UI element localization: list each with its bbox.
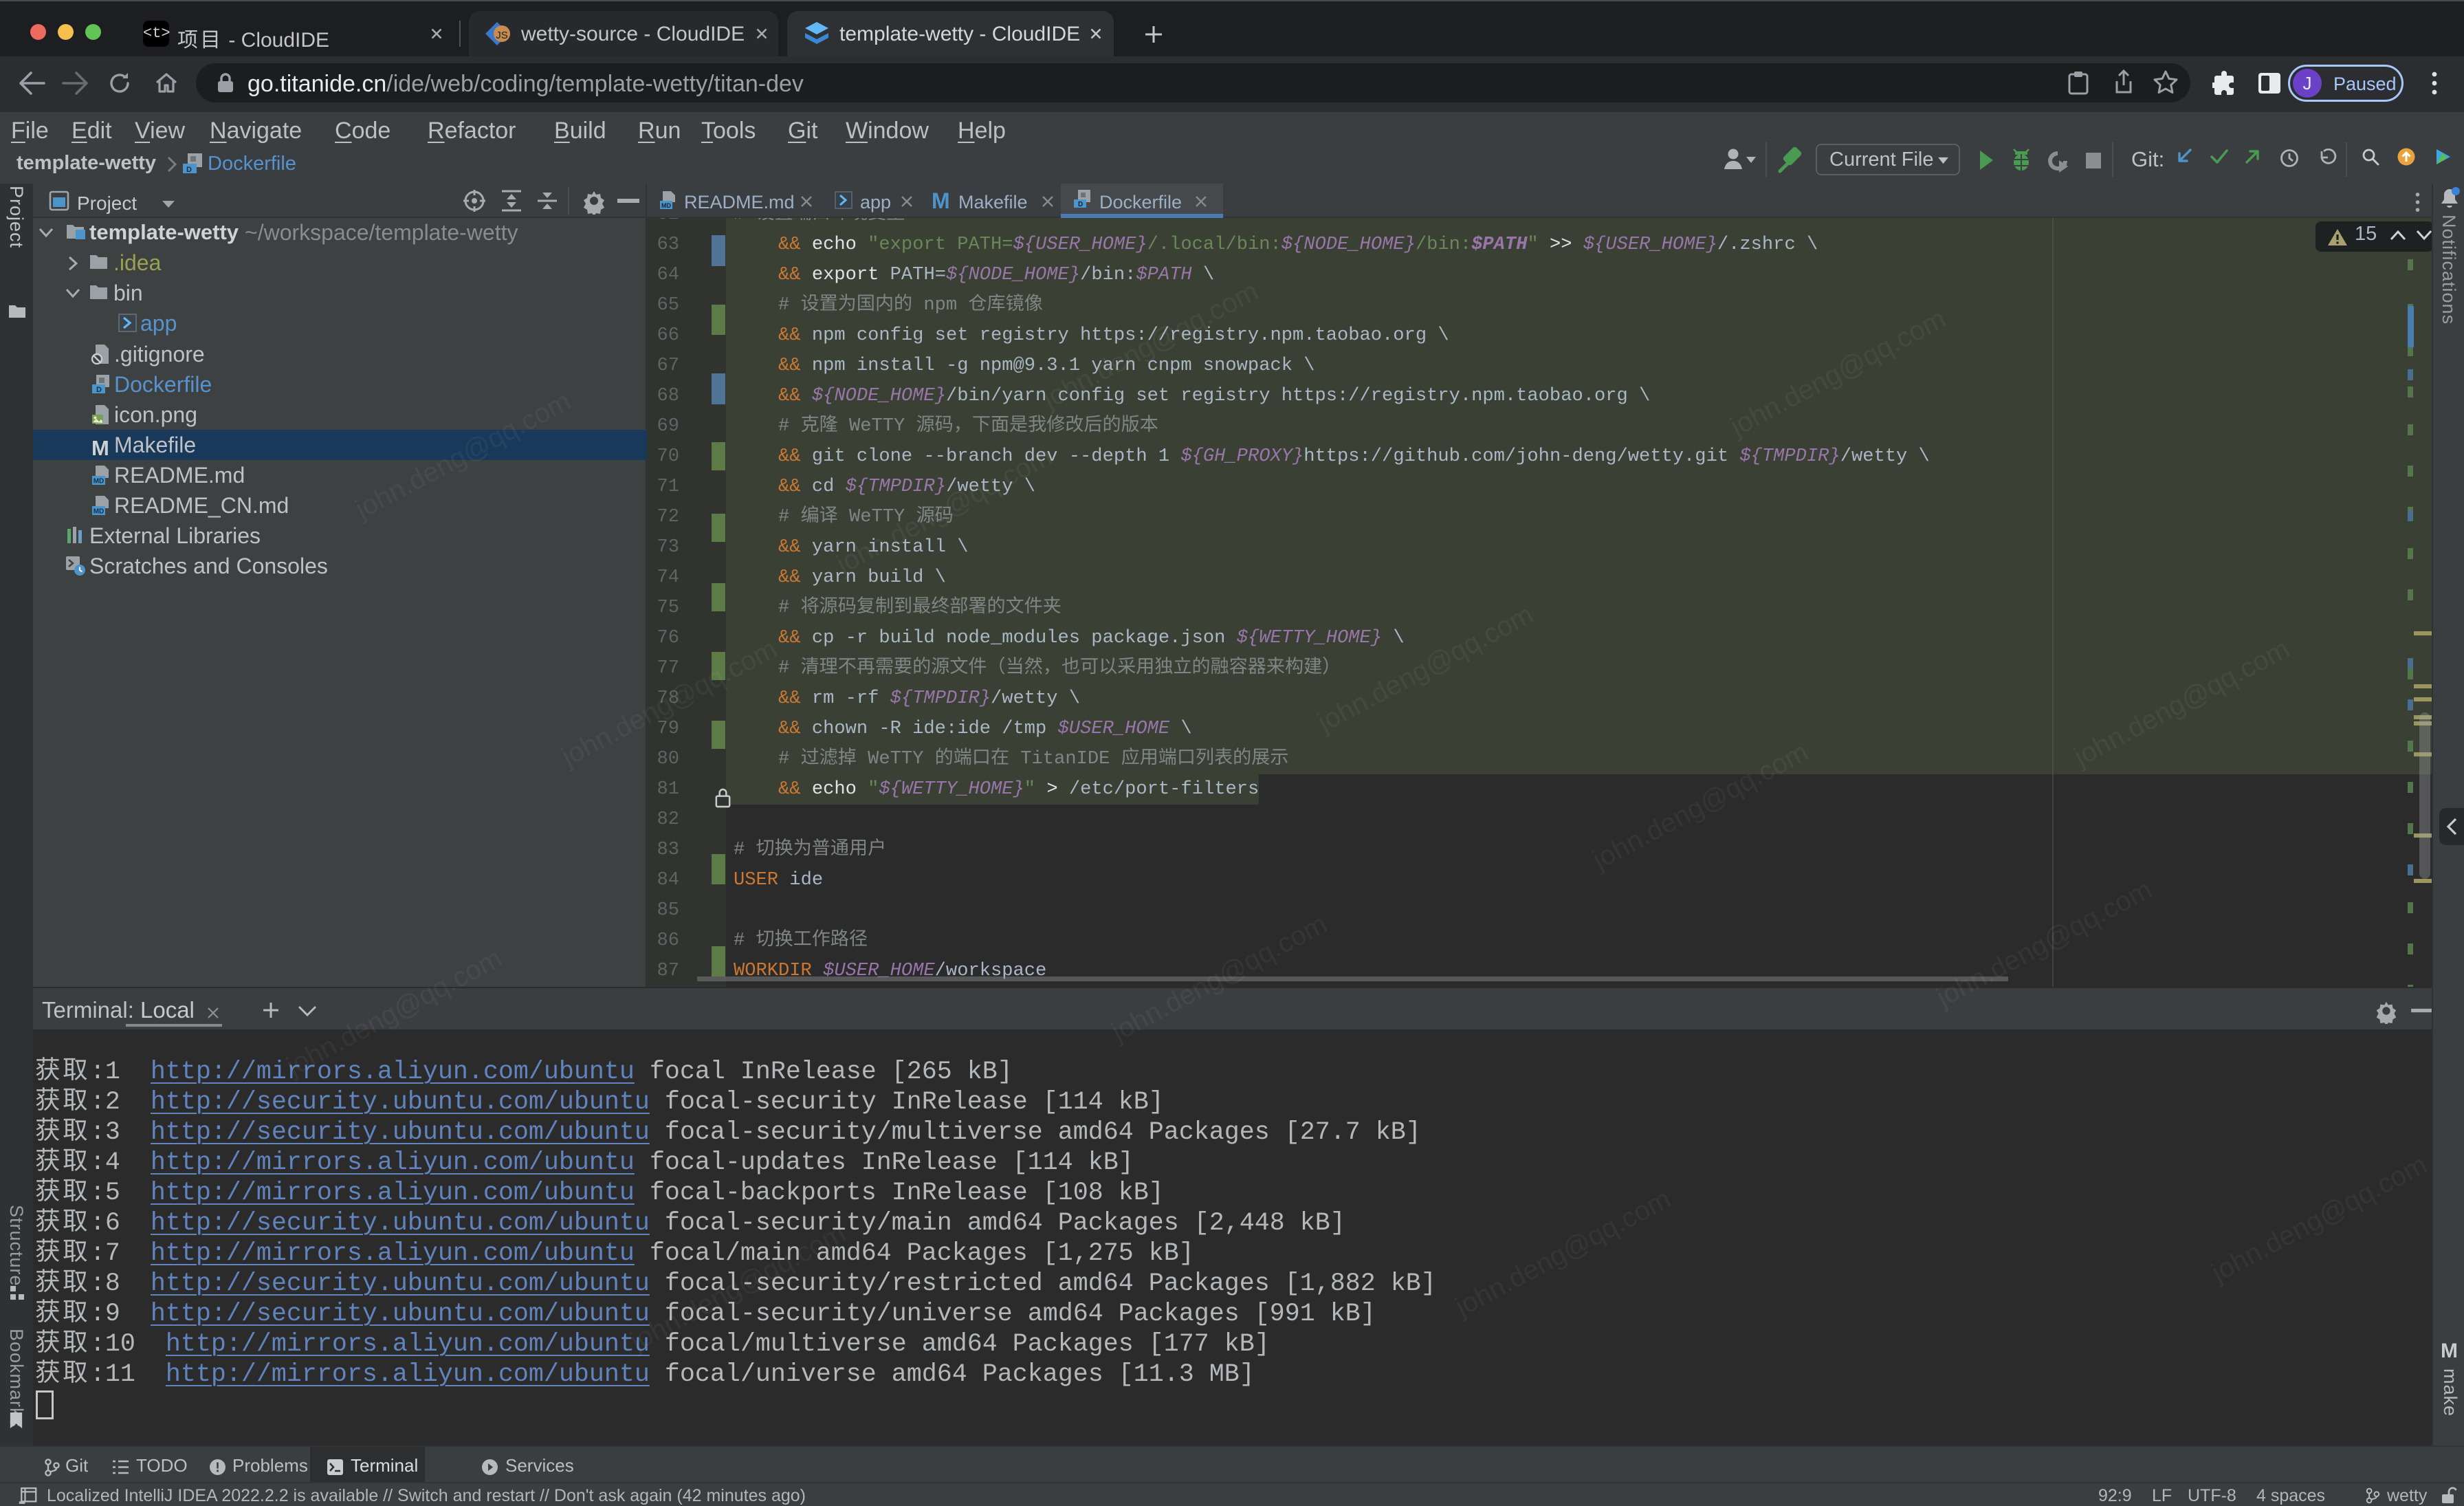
svg-text:D: D	[186, 166, 192, 174]
svg-text:JS: JS	[496, 30, 508, 41]
svg-text:MD: MD	[94, 478, 104, 485]
svg-text:MD: MD	[94, 508, 104, 516]
svg-text:MD: MD	[661, 202, 671, 209]
svg-text:D: D	[96, 386, 102, 394]
svg-text:D: D	[1078, 201, 1083, 208]
